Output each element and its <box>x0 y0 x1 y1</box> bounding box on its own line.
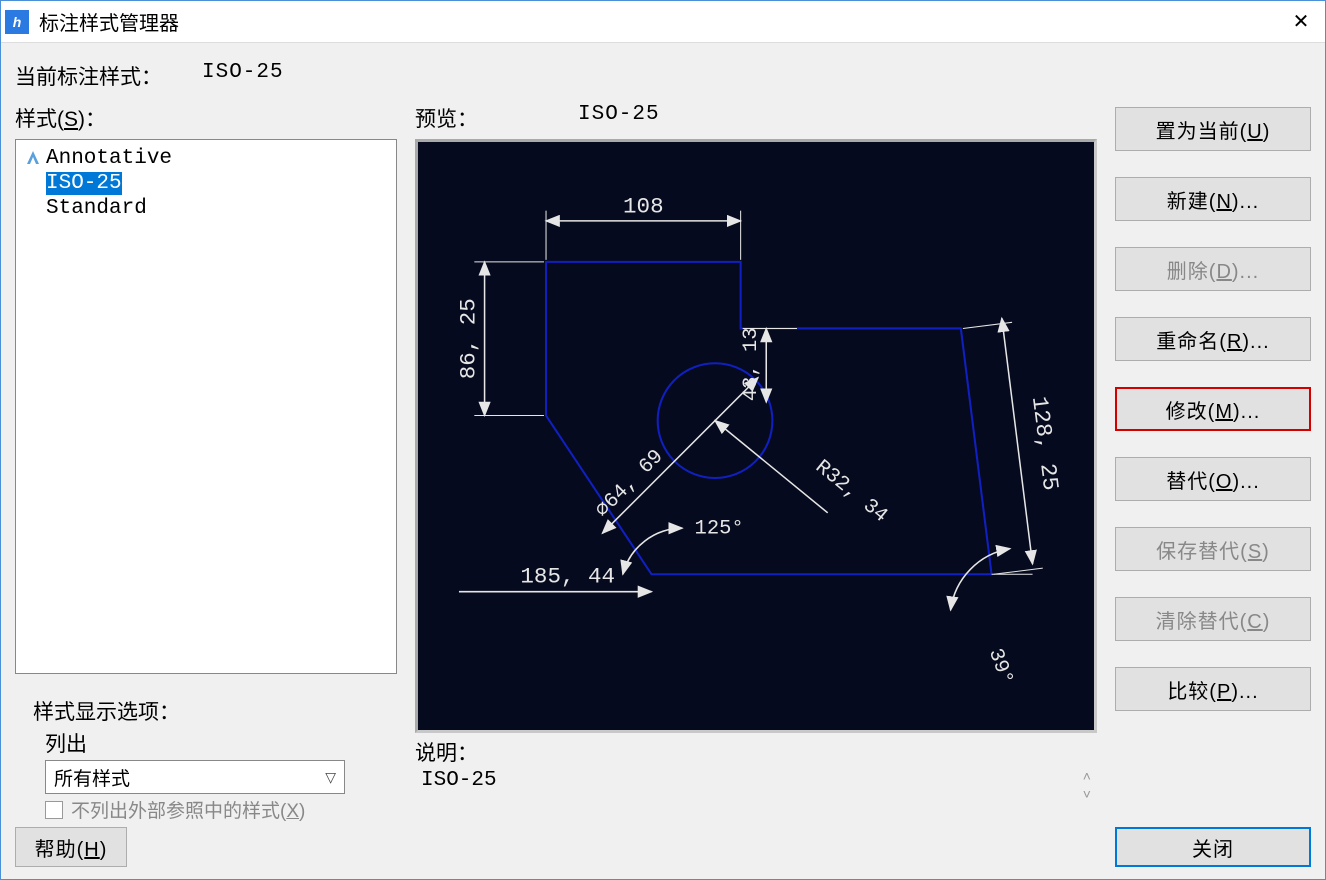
scroll-down-icon[interactable]: ˅ <box>1083 789 1091 803</box>
window-title: 标注样式管理器 <box>39 7 1281 36</box>
app-icon: h <box>5 10 29 34</box>
list-item[interactable]: ISO-25 <box>20 171 392 196</box>
list-item[interactable]: Standard <box>20 196 392 221</box>
dimension-style-manager-window: h 标注样式管理器 ✕ 当前标注样式： ISO-25 样式(S)： Annota… <box>0 0 1326 880</box>
chevron-down-icon: ▽ <box>325 769 336 786</box>
help-button[interactable]: 帮助(H) <box>15 827 127 867</box>
dim-86-25: 86, 25 <box>455 298 481 379</box>
dim-43-13: 43, 13 <box>740 327 763 401</box>
override-button[interactable]: 替代(O)... <box>1115 457 1311 501</box>
styles-list-label: 样式(S)： <box>15 103 397 133</box>
dim-angle-39: 39° <box>983 646 1017 689</box>
current-style-value: ISO-25 <box>202 61 284 91</box>
dim-185-44: 185, 44 <box>520 563 615 589</box>
right-column: 置为当前(U) 新建(N)... 删除(D)... 重命名(R)... 修改(M… <box>1115 103 1311 823</box>
footer: 帮助(H) 关闭 <box>15 827 1311 869</box>
description-box: ISO-25 ˄ ˅ <box>415 767 1097 823</box>
list-item-label: ISO-25 <box>46 172 122 195</box>
rename-button[interactable]: 重命名(R)... <box>1115 317 1311 361</box>
dialog-body: 当前标注样式： ISO-25 样式(S)： Annotative ISO-25 <box>1 43 1325 879</box>
exclude-xref-row: 不列出外部参照中的样式(X) <box>45 796 397 823</box>
list-filter-value: 所有样式 <box>54 764 130 791</box>
dim-128-25: 128, 25 <box>1026 395 1063 492</box>
dim-angle-125: 125° <box>695 517 744 540</box>
dim-r32-34: R32, 34 <box>810 456 891 528</box>
current-style-row: 当前标注样式： ISO-25 <box>15 61 1311 91</box>
exclude-xref-label: 不列出外部参照中的样式(X) <box>71 796 305 823</box>
titlebar: h 标注样式管理器 ✕ <box>1 1 1325 43</box>
dim-dia-64-69: ∅64, 69 <box>591 445 668 522</box>
exclude-xref-checkbox <box>45 801 63 819</box>
description-text: ISO-25 <box>421 769 497 821</box>
display-options: 样式显示选项： 列出 所有样式 ▽ 不列出外部参照中的样式(X) <box>15 696 397 823</box>
scroll-up-icon[interactable]: ˄ <box>1083 771 1091 785</box>
list-filter-select[interactable]: 所有样式 ▽ <box>45 760 345 794</box>
annotative-icon <box>24 150 42 168</box>
list-item-label: Standard <box>46 197 147 220</box>
center-column: 预览： ISO-25 <box>415 103 1097 823</box>
description-label: 说明： <box>415 737 1097 767</box>
list-filter-label: 列出 <box>45 728 397 758</box>
main-area: 样式(S)： Annotative ISO-25 Standar <box>15 103 1311 823</box>
list-item-label: Annotative <box>46 147 172 170</box>
description-scroll[interactable]: ˄ ˅ <box>1083 771 1091 821</box>
modify-button[interactable]: 修改(M)... <box>1115 387 1311 431</box>
delete-button: 删除(D)... <box>1115 247 1311 291</box>
set-current-button[interactable]: 置为当前(U) <box>1115 107 1311 151</box>
close-icon[interactable]: ✕ <box>1281 2 1321 42</box>
clear-override-button: 清除替代(C) <box>1115 597 1311 641</box>
new-button[interactable]: 新建(N)... <box>1115 177 1311 221</box>
save-override-button: 保存替代(S) <box>1115 527 1311 571</box>
preview-canvas: 108 86, 25 43, 13 <box>415 139 1097 733</box>
compare-button[interactable]: 比较(P)... <box>1115 667 1311 711</box>
list-item[interactable]: Annotative <box>20 146 392 171</box>
preview-label: 预览： <box>415 103 478 133</box>
display-options-title: 样式显示选项： <box>33 696 397 726</box>
styles-listbox[interactable]: Annotative ISO-25 Standard <box>15 139 397 674</box>
close-button[interactable]: 关闭 <box>1115 827 1311 867</box>
left-column: 样式(S)： Annotative ISO-25 Standar <box>15 103 397 823</box>
preview-style-name: ISO-25 <box>578 103 660 133</box>
current-style-label: 当前标注样式： <box>15 61 162 91</box>
dim-108: 108 <box>623 194 664 220</box>
preview-header: 预览： ISO-25 <box>415 103 1097 133</box>
